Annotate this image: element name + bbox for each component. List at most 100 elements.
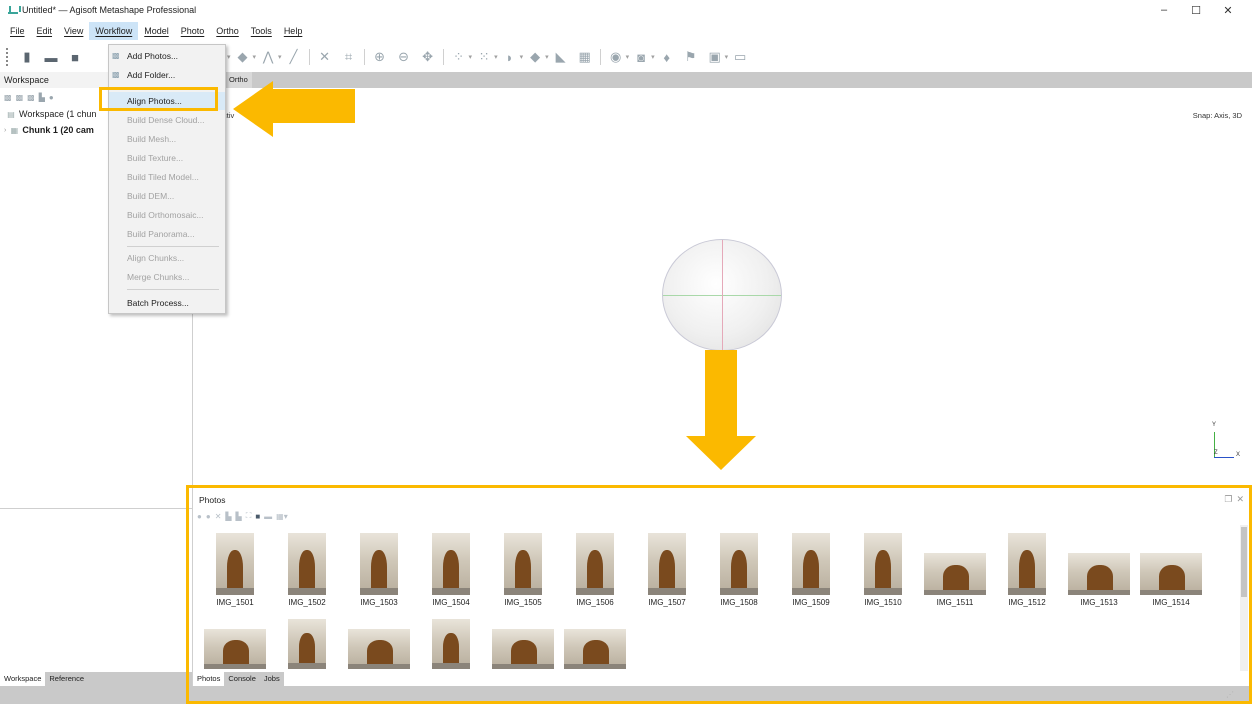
photo-thumbnail[interactable]: IMG_1502	[272, 533, 342, 613]
menu-item-build-tiled-model[interactable]: Build Tiled Model...	[109, 168, 225, 186]
dropdown-arrow-icon[interactable]: ▾	[545, 53, 549, 61]
photo-thumbnail[interactable]	[488, 619, 558, 669]
photo-thumbnail[interactable]: IMG_1514	[1136, 533, 1206, 613]
add-folder-icon[interactable]: ▩	[27, 93, 35, 102]
delete-selection-icon[interactable]: ✕	[316, 48, 334, 66]
rotate-right-icon[interactable]: ▙	[236, 512, 242, 521]
open-folder-icon[interactable]: ▬	[42, 48, 60, 66]
tab-workspace[interactable]: Workspace	[0, 672, 46, 686]
tab-photos[interactable]: Photos	[193, 672, 225, 686]
photos-scrollbar[interactable]	[1240, 525, 1248, 671]
menu-file[interactable]: File	[4, 22, 31, 40]
photo-thumbnail[interactable]: IMG_1505	[488, 533, 558, 613]
tiled-model-icon[interactable]: ◆	[526, 48, 544, 66]
menu-model[interactable]: Model	[138, 22, 175, 40]
menu-item-build-mesh[interactable]: Build Mesh...	[109, 130, 225, 148]
photo-thumbnail[interactable]: IMG_1511	[920, 533, 990, 613]
tab-console[interactable]: Console	[224, 672, 260, 686]
photo-thumbnail[interactable]	[200, 619, 270, 669]
menu-item-align-chunks[interactable]: Align Chunks...	[109, 249, 225, 267]
image-icon[interactable]: ▣	[706, 48, 724, 66]
menu-photo[interactable]: Photo	[175, 22, 211, 40]
view-mode-icon[interactable]: ▦▾	[276, 512, 288, 521]
menu-workflow[interactable]: Workflow	[89, 22, 139, 40]
add-photos-icon[interactable]: ▩	[16, 93, 24, 102]
remove-cameras-icon[interactable]: ✕	[215, 512, 222, 521]
close-button[interactable]: ✕	[1212, 0, 1244, 20]
enable-cameras-icon[interactable]: ●	[197, 512, 202, 521]
menu-edit[interactable]: Edit	[31, 22, 59, 40]
toolbar-grip[interactable]	[6, 48, 9, 66]
dropdown-arrow-icon[interactable]: ▾	[651, 53, 655, 61]
menu-help[interactable]: Help	[278, 22, 309, 40]
menu-item-build-orthomosaic[interactable]: Build Orthomosaic...	[109, 206, 225, 224]
photo-thumbnail[interactable]: IMG_1513	[1064, 533, 1134, 613]
remove-items-icon[interactable]: ▙	[39, 93, 45, 102]
photo-thumbnail[interactable]	[560, 619, 630, 669]
menu-item-merge-chunks[interactable]: Merge Chunks...	[109, 268, 225, 286]
dropdown-arrow-icon[interactable]: ▾	[469, 53, 473, 61]
menu-item-build-panorama[interactable]: Build Panorama...	[109, 225, 225, 243]
expand-arrow-icon[interactable]: ›	[4, 127, 6, 134]
menu-item-build-dem[interactable]: Build DEM...	[109, 187, 225, 205]
photo-thumbnail[interactable]: IMG_1504	[416, 533, 486, 613]
photo-thumbnail[interactable]: IMG_1508	[704, 533, 774, 613]
photo-thumbnail[interactable]	[272, 619, 342, 669]
tab-jobs[interactable]: Jobs	[259, 672, 284, 686]
menu-item-align-photos[interactable]: Align Photos...	[109, 92, 225, 110]
new-file-icon[interactable]: ▮	[18, 48, 36, 66]
menu-item-build-texture[interactable]: Build Texture...	[109, 149, 225, 167]
point-cloud-icon[interactable]: ⁘	[450, 48, 468, 66]
shapes-icon[interactable]: ♦	[658, 48, 676, 66]
maximize-button[interactable]: ☐	[1180, 0, 1212, 20]
selection-icon[interactable]: ◆	[234, 48, 252, 66]
camera-icon[interactable]: ◙	[632, 48, 650, 66]
photo-thumbnail[interactable]: IMG_1507	[632, 533, 702, 613]
menu-item-batch-process[interactable]: Batch Process...	[109, 294, 225, 312]
menu-tools[interactable]: Tools	[245, 22, 278, 40]
close-pane-icon[interactable]: ✕	[1236, 494, 1244, 505]
tab-reference[interactable]: Reference	[45, 672, 88, 686]
trackball-sphere[interactable]	[662, 239, 782, 351]
reset-view-icon[interactable]: ✥	[419, 48, 437, 66]
marker-flag-icon[interactable]: ⚑	[682, 48, 700, 66]
menu-item-add-photos[interactable]: ▩ Add Photos...	[109, 47, 225, 65]
minimize-button[interactable]: –	[1148, 0, 1180, 20]
resize-grip-icon[interactable]: ⋰	[1226, 690, 1234, 699]
mask-icon[interactable]: ■	[255, 512, 260, 521]
save-icon[interactable]: ■	[66, 48, 84, 66]
dense-cloud-icon[interactable]: ⁙	[475, 48, 493, 66]
photo-thumbnail[interactable]: IMG_1512	[992, 533, 1062, 613]
dropdown-arrow-icon[interactable]: ▾	[626, 53, 630, 61]
zoom-out-icon[interactable]: ⊖	[395, 48, 413, 66]
add-chunk-icon[interactable]: ▩	[4, 93, 12, 102]
rotate-left-icon[interactable]: ▙	[225, 512, 231, 521]
ortho-icon[interactable]: ▦	[576, 48, 594, 66]
image-quality-icon[interactable]: ▬	[264, 512, 272, 521]
ruler-icon[interactable]: ⋀	[259, 48, 277, 66]
undock-icon[interactable]: ❐	[1224, 494, 1232, 505]
console-icon[interactable]: ▭	[731, 48, 749, 66]
photo-thumbnail[interactable]	[416, 619, 486, 669]
dropdown-arrow-icon[interactable]: ▾	[494, 53, 498, 61]
model-icon[interactable]: ◗	[501, 48, 519, 66]
photo-thumbnail[interactable]: IMG_1510	[848, 533, 918, 613]
photo-thumbnail[interactable]: IMG_1503	[344, 533, 414, 613]
photo-thumbnail[interactable]: IMG_1506	[560, 533, 630, 613]
dropdown-arrow-icon[interactable]: ▾	[278, 53, 282, 61]
photo-thumbnail[interactable]	[344, 619, 414, 669]
menu-view[interactable]: View	[58, 22, 89, 40]
tag-icon[interactable]: ◣	[552, 48, 570, 66]
draw-icon[interactable]: ╱	[285, 48, 303, 66]
filter-icon[interactable]: ⛶	[246, 511, 252, 521]
menu-item-add-folder[interactable]: ▩ Add Folder...	[109, 66, 225, 84]
zoom-in-icon[interactable]: ⊕	[371, 48, 389, 66]
disable-cameras-icon[interactable]: ●	[206, 512, 211, 521]
dropdown-arrow-icon[interactable]: ▾	[227, 53, 231, 61]
menu-ortho[interactable]: Ortho	[210, 22, 245, 40]
menu-item-build-dense-cloud[interactable]: Build Dense Cloud...	[109, 111, 225, 129]
scrollbar-thumb[interactable]	[1241, 527, 1247, 597]
dropdown-arrow-icon[interactable]: ▾	[253, 53, 257, 61]
enable-icon[interactable]: ●	[49, 93, 54, 102]
dropdown-arrow-icon[interactable]: ▾	[725, 53, 729, 61]
